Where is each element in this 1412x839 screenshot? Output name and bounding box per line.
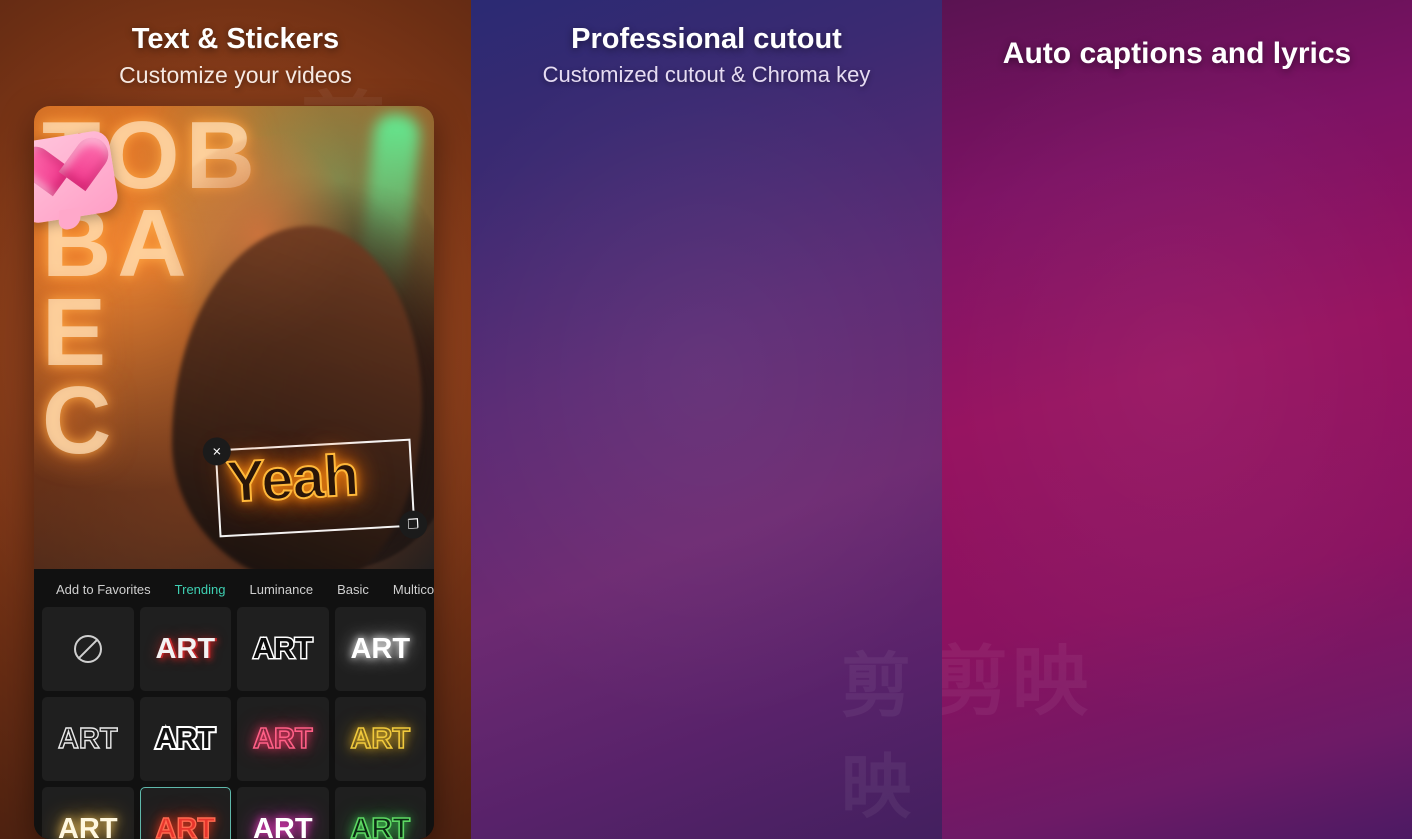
tab-multicolor[interactable]: Multicolor [381,582,434,597]
style-category-tabs: Add to Favorites Trending Luminance Basi… [34,569,434,603]
text-overlay-label: Yeah [224,442,361,516]
watermark: 剪映 [841,647,915,826]
preset-art-warm-glow[interactable]: ART [42,787,134,839]
panel-header: Text & Stickers Customize your videos [0,0,471,89]
preset-none[interactable] [42,607,134,691]
preset-art-neon-gold[interactable]: ART [334,697,426,781]
panel-subtitle: Customize your videos [119,62,352,89]
preset-art-red[interactable]: ART [139,607,231,691]
tab-luminance[interactable]: Luminance [237,582,325,597]
panel-title: Text & Stickers [131,23,340,55]
panel-title: Professional cutout [571,23,842,55]
tab-trending[interactable]: Trending [163,582,238,597]
preset-art-outline-black[interactable]: ART [237,607,329,691]
panel-auto-captions: 剪映 Auto captions and lyrics Welcome to C… [942,0,1412,839]
panel-header: Professional cutout Customized cutout & … [471,0,942,88]
text-style-grid: ART ART ART ART ART ART ART ART ART ART … [34,603,434,839]
preset-art-neon-red-selected[interactable]: ART [139,787,231,839]
text-overlay-box[interactable]: Yeah × ❐ [202,436,428,540]
panel-title: Auto captions and lyrics [1002,37,1352,70]
panel-header: Auto captions and lyrics [942,0,1412,70]
preset-art-neon-pink[interactable]: ART [237,697,329,781]
preset-art-neon-magenta[interactable]: ART [237,787,329,839]
phone-mockup: TOB BA E C Yeah × ❐ Add to Favorites Trendi… [34,106,434,839]
tab-add-to-favorites[interactable]: Add to Favorites [44,582,163,597]
panel-subtitle: Customized cutout & Chroma key [542,62,871,88]
panel-text-stickers: 剪映 Text & Stickers Customize your videos… [0,0,471,839]
preset-art-glow-white[interactable]: ART [334,607,426,691]
preset-art-neon-green[interactable]: ART [334,787,426,839]
heart-sticker[interactable] [34,128,120,231]
preset-art-thin-outline[interactable]: ART [42,697,134,781]
preset-art-bold-white[interactable]: ART [139,697,231,781]
text-style-editor: Add to Favorites Trending Luminance Basi… [34,569,434,839]
tab-basic[interactable]: Basic [325,582,381,597]
watermark: 剪映 [942,640,1092,725]
no-style-icon [73,635,102,663]
heart-icon [34,139,101,204]
video-preview[interactable]: TOB BA E C Yeah × ❐ [34,106,434,569]
panel-professional-cutout: 剪映 Professional cutout Customized cutout… [471,0,942,839]
